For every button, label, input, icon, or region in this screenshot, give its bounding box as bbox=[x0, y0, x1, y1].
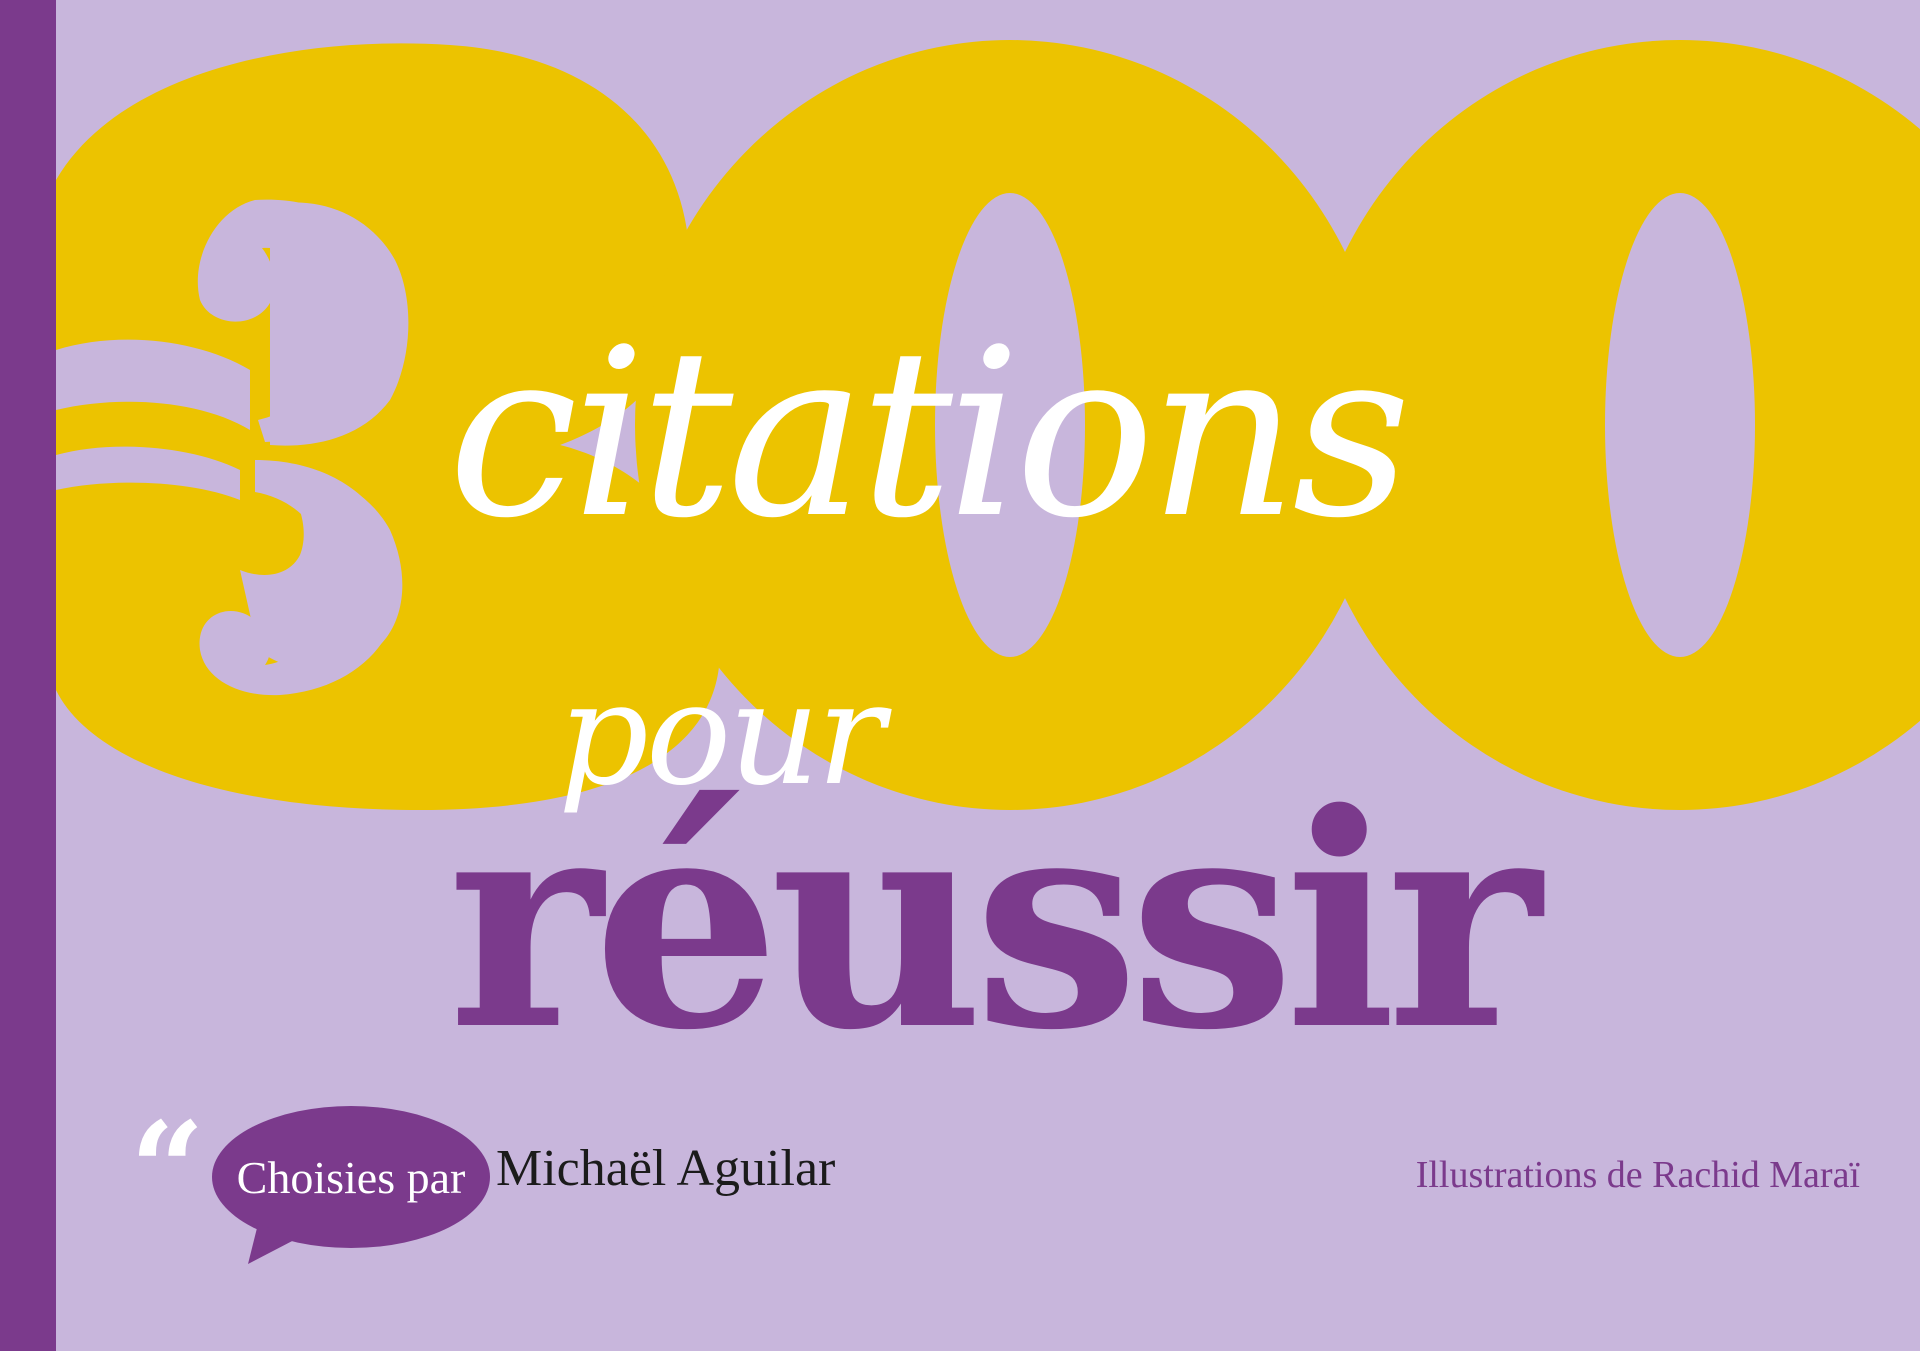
title-reussir: réussir bbox=[448, 750, 1541, 1095]
chosen-by-label: Choisies par bbox=[212, 1106, 490, 1248]
book-cover: citations pour réussir “ Choisies par Mi… bbox=[0, 0, 1920, 1351]
author-name: Michaël Aguilar bbox=[496, 1140, 836, 1197]
illustrator-credit: Illustrations de Rachid Maraï bbox=[1415, 1154, 1860, 1196]
chosen-by-text: Choisies par bbox=[236, 1151, 466, 1203]
quote-mark-icon: “ bbox=[130, 1093, 205, 1246]
title-citations: citations bbox=[448, 299, 1411, 569]
